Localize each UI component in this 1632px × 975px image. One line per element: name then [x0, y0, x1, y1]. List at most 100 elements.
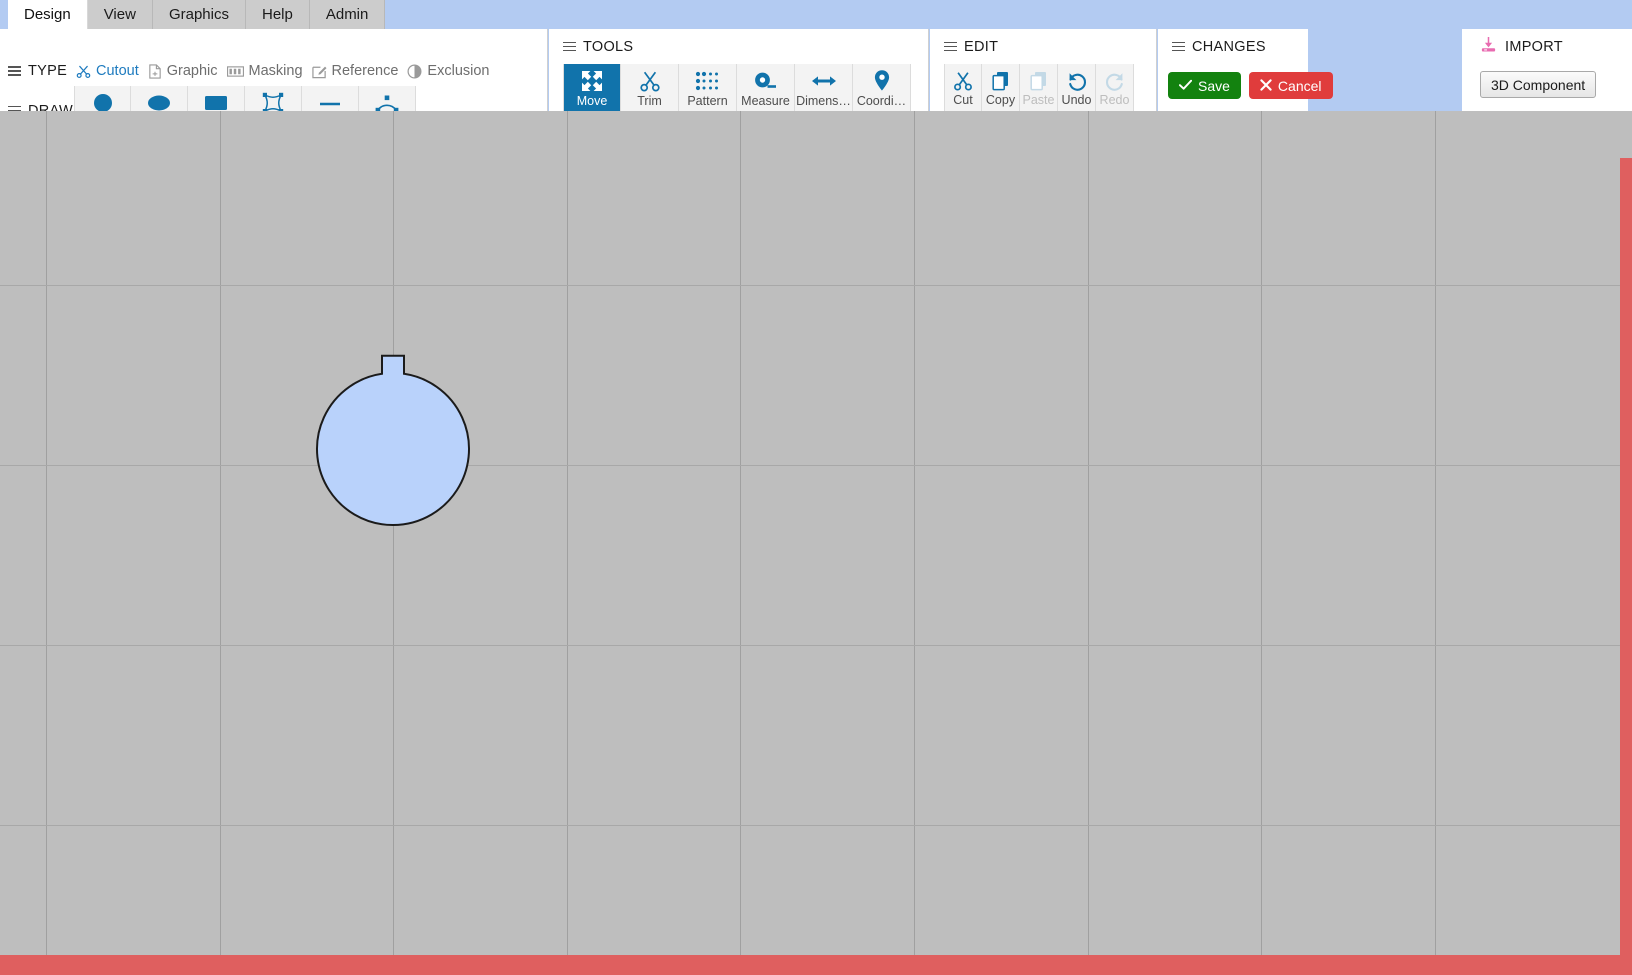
masking-icon [226, 65, 244, 77]
import-button-row: 3D Component [1480, 71, 1597, 98]
edit-group-title: EDIT [930, 29, 1156, 55]
type-item-exclusion[interactable]: Exclusion [405, 63, 496, 79]
edit-group-label: EDIT [964, 38, 999, 55]
cancel-button[interactable]: Cancel [1248, 72, 1333, 99]
grid-line-vertical-8 [1435, 111, 1436, 975]
tools-group-label: TOOLS [583, 38, 634, 55]
cross-icon [1260, 78, 1272, 94]
shape-circle-with-top-tab[interactable] [311, 349, 475, 531]
main-tabbar: Design View Graphics Help Admin [0, 0, 1632, 29]
tools-group-title: TOOLS [549, 29, 928, 55]
tool-button-pattern[interactable]: Pattern [679, 64, 737, 111]
grid-line-vertical-5 [914, 111, 915, 975]
tool-button-trim-label: Trim [637, 94, 662, 108]
tool-button-measure-label: Measure [741, 94, 790, 108]
copy-icon [991, 68, 1011, 93]
type-item-reference-label: Reference [331, 63, 399, 79]
type-row: TYPE Cutout Graphic Masking Reference Ex… [0, 57, 496, 85]
edit-button-copy-label: Copy [985, 93, 1016, 107]
cancel-button-label: Cancel [1277, 77, 1322, 94]
edit-button-cut-label: Cut [953, 93, 973, 107]
tab-help[interactable]: Help [245, 0, 310, 29]
import-group-title: IMPORT [1462, 29, 1632, 55]
grid-line-vertical-2 [393, 111, 394, 975]
panel-tools: TOOLS Move Trim Pattern Measure Dimens… … [549, 29, 929, 111]
grid-line-vertical-7 [1261, 111, 1262, 975]
import-3d-component-label: 3D Component [1491, 76, 1586, 93]
tool-button-coordinates[interactable]: Coordi… [853, 64, 911, 111]
ribbon: TYPE Cutout Graphic Masking Reference Ex… [0, 29, 1632, 135]
grid-line-horizontal-0 [0, 285, 1632, 286]
grid-line-horizontal-3 [0, 825, 1632, 826]
type-item-masking[interactable]: Masking [225, 63, 310, 79]
changes-group-title: CHANGES [1158, 29, 1308, 55]
edit-button-undo-label: Undo [1061, 93, 1092, 107]
grid-line-vertical-0 [46, 111, 47, 975]
document-icon [148, 63, 162, 79]
tool-button-move[interactable]: Move [563, 64, 621, 111]
tab-design[interactable]: Design [8, 0, 88, 29]
tab-admin[interactable]: Admin [309, 0, 386, 29]
app-root: Design View Graphics Help Admin TYPE Cut… [0, 0, 1632, 975]
grid-line-horizontal-1 [0, 465, 1632, 466]
tool-button-pattern-label: Pattern [687, 94, 728, 108]
grid-line-vertical-1 [220, 111, 221, 975]
boundary-marker-bottom [0, 955, 1632, 975]
edit-button-redo[interactable]: Redo [1096, 64, 1134, 111]
type-item-graphic-label: Graphic [166, 63, 218, 79]
edit-button-copy[interactable]: Copy [982, 64, 1020, 111]
tab-graphics-label: Graphics [168, 6, 229, 23]
hamburger-icon [944, 41, 957, 52]
grid-line-vertical-4 [740, 111, 741, 975]
type-item-cutout-label: Cutout [96, 63, 139, 79]
edit-button-cut[interactable]: Cut [944, 64, 982, 111]
pencil-box-icon [311, 64, 327, 79]
save-button[interactable]: Save [1168, 72, 1241, 99]
tool-button-coordinates-label: Coordi… [856, 94, 907, 108]
design-canvas[interactable] [0, 111, 1632, 975]
tool-button-dimensions[interactable]: Dimens… [795, 64, 853, 111]
scissors-icon [953, 68, 973, 93]
tool-button-trim[interactable]: Trim [621, 64, 679, 111]
check-icon [1178, 78, 1193, 94]
changes-button-row: Save Cancel [1168, 72, 1333, 99]
hamburger-icon [1172, 41, 1185, 52]
import-3d-component-button[interactable]: 3D Component [1480, 71, 1597, 98]
hamburger-icon [8, 66, 21, 76]
map-pin-icon [872, 68, 892, 94]
panel-changes: CHANGES Save Cancel [1158, 29, 1333, 111]
scissors-icon [76, 64, 91, 79]
edit-button-paste[interactable]: Paste [1020, 64, 1058, 111]
type-item-reference[interactable]: Reference [310, 63, 406, 79]
panel-import: IMPORT 3D Component [1462, 29, 1632, 111]
undo-arrow-icon [1066, 68, 1088, 93]
edit-button-undo[interactable]: Undo [1058, 64, 1096, 111]
tab-view-label: View [103, 6, 136, 23]
import-download-icon [1480, 36, 1497, 57]
edit-button-redo-label: Redo [1099, 93, 1130, 107]
tool-button-measure[interactable]: Measure [737, 64, 795, 111]
type-item-cutout[interactable]: Cutout [74, 63, 146, 79]
boundary-marker-right [1620, 158, 1632, 975]
hamburger-icon [563, 41, 576, 52]
scissors-icon [639, 68, 661, 94]
half-circle-icon [407, 64, 422, 79]
type-group-label-wrap: TYPE [8, 63, 74, 79]
tab-help-label: Help [261, 6, 293, 23]
tab-view[interactable]: View [87, 0, 153, 29]
edit-button-paste-label: Paste [1022, 93, 1055, 107]
tab-graphics[interactable]: Graphics [152, 0, 246, 29]
tab-design-label: Design [24, 6, 71, 23]
panel-edit: EDIT Cut Copy Paste Undo Redo [930, 29, 1157, 111]
paste-icon [1029, 68, 1049, 93]
grid-line-horizontal-2 [0, 645, 1632, 646]
move-arrows-icon [580, 68, 604, 94]
dot-grid-icon [695, 68, 721, 94]
type-item-graphic[interactable]: Graphic [146, 63, 225, 79]
panel-type-draw: TYPE Cutout Graphic Masking Reference Ex… [0, 29, 548, 135]
tape-measure-icon [753, 68, 779, 94]
edit-button-group: Cut Copy Paste Undo Redo [944, 64, 1134, 111]
save-button-label: Save [1198, 77, 1230, 94]
redo-arrow-icon [1104, 68, 1126, 93]
tool-button-move-label: Move [576, 94, 608, 108]
